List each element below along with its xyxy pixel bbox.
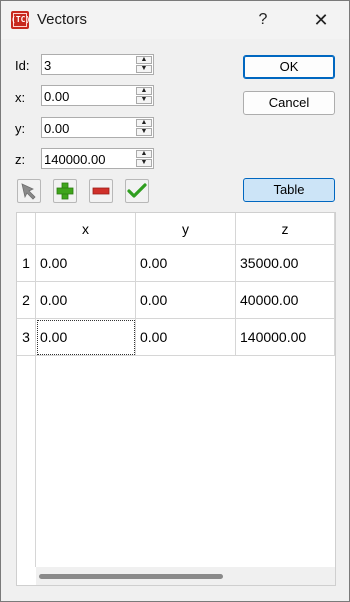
spin-up-icon[interactable]: ▲ — [136, 87, 152, 95]
x-label: x: — [15, 90, 26, 105]
title-bar: (TC) Vectors ? ✕ — [1, 1, 349, 39]
ok-button[interactable]: OK — [243, 55, 335, 79]
check-icon — [127, 183, 147, 198]
arrow-pointer-icon — [21, 183, 36, 200]
row-header-2[interactable]: 2 — [17, 282, 36, 319]
table-cell-z[interactable]: 40000.00 — [236, 282, 335, 319]
row-header-3[interactable]: 3 — [17, 319, 36, 356]
table-cell-z[interactable]: 140000.00 — [236, 319, 335, 356]
close-button[interactable]: ✕ — [299, 3, 343, 37]
confirm-button[interactable] — [125, 179, 149, 203]
row-header-1[interactable]: 1 — [17, 245, 36, 282]
table-cell-x-focused[interactable]: 0.00 — [36, 319, 136, 356]
remove-row-button[interactable] — [89, 179, 113, 203]
table-button[interactable]: Table — [243, 178, 335, 202]
y-value[interactable]: 0.00 — [44, 121, 69, 136]
help-button[interactable]: ? — [249, 3, 277, 37]
id-spinbox[interactable]: 3 ▲ ▼ — [41, 54, 154, 75]
app-icon-text: (TC) — [11, 15, 31, 24]
id-spin-arrows: ▲ ▼ — [136, 56, 152, 73]
spin-up-icon[interactable]: ▲ — [136, 56, 152, 64]
column-header-z[interactable]: z — [236, 213, 335, 245]
spin-up-icon[interactable]: ▲ — [136, 119, 152, 127]
x-value[interactable]: 0.00 — [44, 89, 69, 104]
table-cell-x[interactable]: 0.00 — [36, 245, 136, 282]
add-row-button[interactable] — [53, 179, 77, 203]
table-cell-y[interactable]: 0.00 — [136, 282, 236, 319]
dialog-title: Vectors — [37, 11, 88, 28]
z-spinbox[interactable]: 140000.00 ▲ ▼ — [41, 148, 154, 169]
table-cell-y[interactable]: 0.00 — [136, 245, 236, 282]
table-cell-x[interactable]: 0.00 — [36, 282, 136, 319]
spin-down-icon[interactable]: ▼ — [136, 96, 152, 104]
x-spinbox[interactable]: 0.00 ▲ ▼ — [41, 85, 154, 106]
column-header-x[interactable]: x — [36, 213, 136, 245]
z-label: z: — [15, 152, 26, 167]
app-icon: (TC) — [11, 11, 31, 29]
vectors-table[interactable]: x y z 1 2 3 0.00 0.00 35000.00 0.00 0.00… — [16, 212, 336, 586]
table-corner[interactable] — [17, 213, 36, 245]
x-spin-arrows: ▲ ▼ — [136, 87, 152, 104]
spin-down-icon[interactable]: ▼ — [136, 65, 152, 73]
y-label: y: — [15, 121, 26, 136]
z-spin-arrows: ▲ ▼ — [136, 150, 152, 167]
z-value[interactable]: 140000.00 — [44, 152, 105, 167]
spin-down-icon[interactable]: ▼ — [136, 128, 152, 136]
cancel-button[interactable]: Cancel — [243, 91, 335, 115]
spin-up-icon[interactable]: ▲ — [136, 150, 152, 158]
add-icon — [56, 182, 74, 200]
select-tool-button[interactable] — [17, 179, 41, 203]
scrollbar-thumb[interactable] — [39, 574, 223, 579]
column-header-y[interactable]: y — [136, 213, 236, 245]
horizontal-scrollbar[interactable] — [36, 567, 335, 585]
y-spin-arrows: ▲ ▼ — [136, 119, 152, 136]
spin-down-icon[interactable]: ▼ — [136, 159, 152, 167]
id-label: Id: — [15, 58, 30, 73]
table-cell-z[interactable]: 35000.00 — [236, 245, 335, 282]
y-spinbox[interactable]: 0.00 ▲ ▼ — [41, 117, 154, 138]
table-cell-y[interactable]: 0.00 — [136, 319, 236, 356]
id-value[interactable]: 3 — [44, 58, 51, 73]
remove-icon — [92, 187, 110, 195]
vectors-dialog: (TC) Vectors ? ✕ Id: x: y: z: 3 ▲ ▼ 0.00… — [0, 0, 350, 602]
